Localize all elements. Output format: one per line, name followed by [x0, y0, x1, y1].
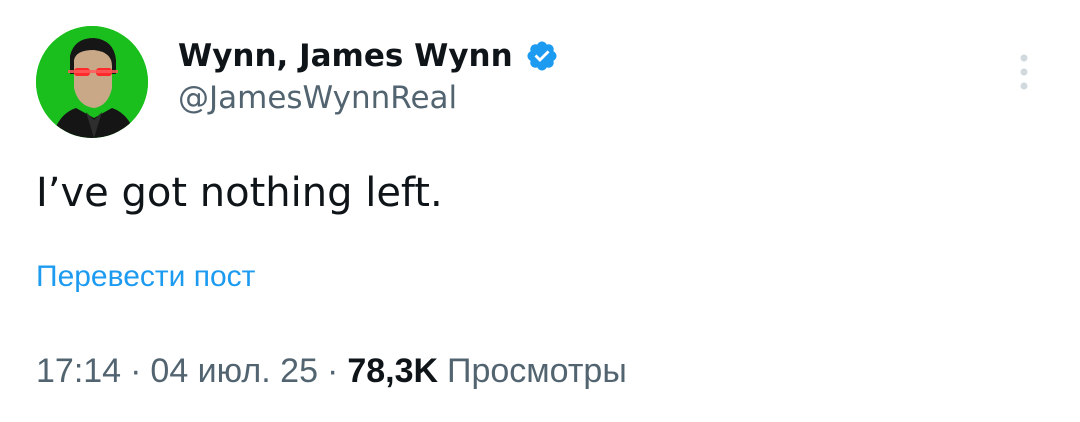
translate-post-link[interactable]: Перевести пост: [36, 260, 255, 294]
meta-separator: ·: [130, 352, 142, 390]
tweet-meta: 17:14 · 04 июл. 25 · 78,3K Просмотры: [36, 352, 627, 391]
verified-badge-icon: [525, 39, 559, 73]
author-display-name[interactable]: Wynn, James Wynn: [178, 38, 513, 74]
meta-separator: ·: [326, 352, 339, 390]
author-handle[interactable]: @JamesWynnReal: [178, 80, 457, 116]
views-label[interactable]: Просмотры: [447, 352, 627, 391]
more-vertical-icon: [1020, 54, 1028, 90]
views-count[interactable]: 78,3K: [347, 352, 438, 391]
tweet-date[interactable]: 04 июл. 25: [150, 352, 318, 391]
avatar[interactable]: [36, 26, 148, 138]
author-name-row: Wynn, James Wynn: [178, 34, 559, 78]
tweet-text: I’ve got nothing left.: [36, 170, 443, 216]
tweet-time[interactable]: 17:14: [36, 352, 121, 391]
more-options-button[interactable]: [1010, 48, 1038, 98]
